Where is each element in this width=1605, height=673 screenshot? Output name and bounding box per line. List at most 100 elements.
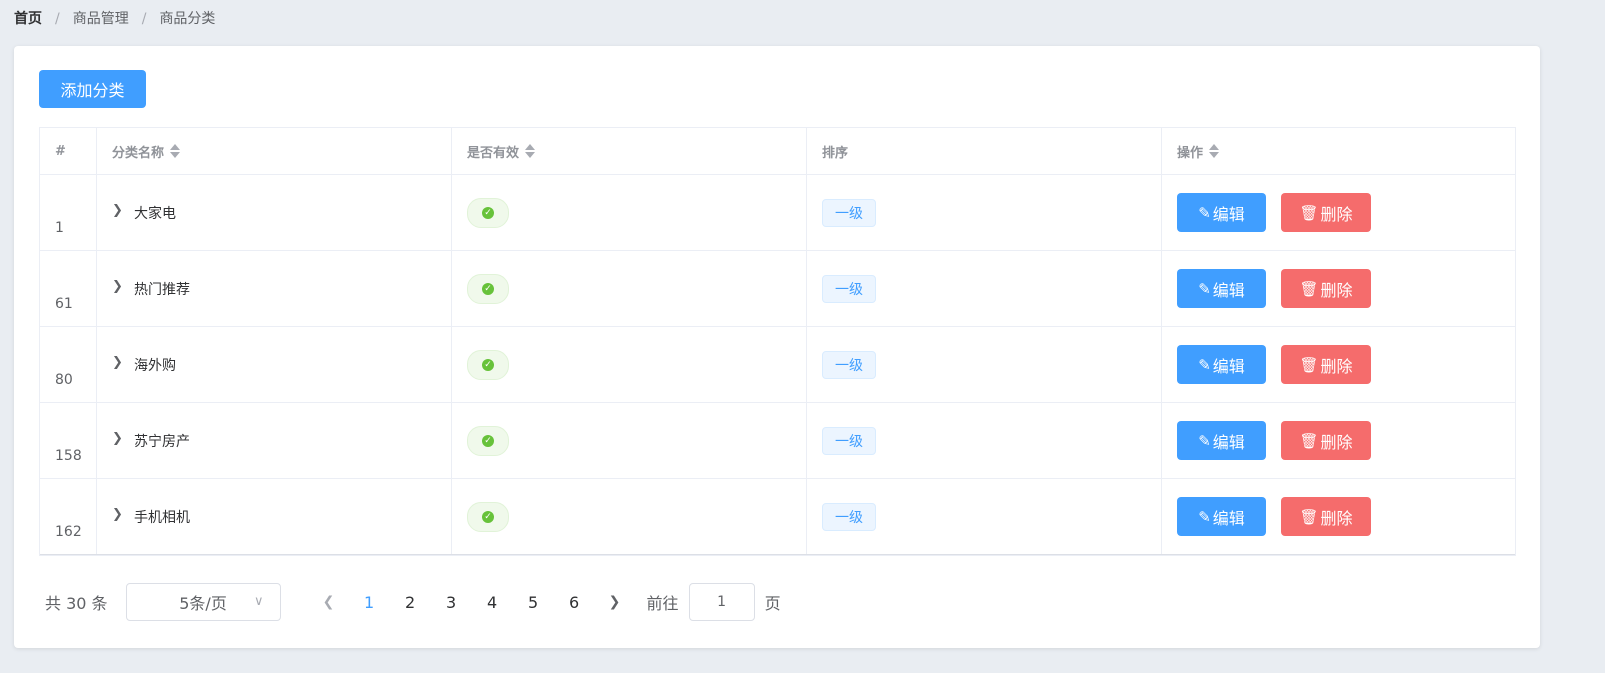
row-valid-cell: ✓ (452, 251, 807, 326)
row-index: 162 (40, 479, 97, 554)
valid-badge: ✓ (467, 349, 509, 380)
add-category-button[interactable]: 添加分类 (39, 70, 146, 108)
check-circle-icon: ✓ (482, 206, 494, 219)
level-tag: 一级 (822, 502, 876, 531)
edit-icon: ✎ (1198, 279, 1211, 298)
chevron-right-icon[interactable]: ❯ (112, 355, 124, 370)
header-index: # (40, 128, 97, 174)
edit-label: 编辑 (1212, 432, 1245, 452)
table-row: 158 ❯ 苏宁房产 ✓ 一级 ✎ 编辑 🗑 删除 (40, 403, 1515, 479)
pagination: 共 30 条 5条/页 ∨ ❮ 1 2 3 4 5 6 ❯ 前往 页 (45, 583, 781, 621)
header-valid-label: 是否有效 (467, 145, 520, 161)
table-row: 1 ❯ 大家电 ✓ 一级 ✎ 编辑 🗑 删除 (40, 175, 1515, 251)
delete-label: 删除 (1320, 356, 1353, 376)
delete-label: 删除 (1320, 432, 1353, 452)
row-valid-cell: ✓ (452, 327, 807, 402)
row-level-cell: 一级 (807, 479, 1162, 554)
page-number[interactable]: 2 (390, 593, 431, 612)
row-valid-cell: ✓ (452, 479, 807, 554)
edit-label: 编辑 (1212, 204, 1245, 224)
delete-button[interactable]: 🗑 删除 (1281, 269, 1371, 308)
valid-badge: ✓ (467, 273, 509, 304)
page-number[interactable]: 3 (431, 593, 472, 612)
delete-button[interactable]: 🗑 删除 (1281, 345, 1371, 384)
row-level-cell: 一级 (807, 403, 1162, 478)
valid-badge: ✓ (467, 501, 509, 532)
valid-badge: ✓ (467, 197, 509, 228)
category-name: 大家电 (134, 205, 176, 222)
delete-button[interactable]: 🗑 删除 (1281, 497, 1371, 536)
page-size-value: 5条/页 (179, 594, 227, 613)
delete-label: 删除 (1320, 280, 1353, 300)
row-level-cell: 一级 (807, 251, 1162, 326)
breadcrumb-separator: / (141, 11, 147, 27)
header-name[interactable]: 分类名称 (97, 128, 452, 174)
header-name-label: 分类名称 (112, 145, 165, 161)
page-size-select[interactable]: 5条/页 ∨ (125, 583, 281, 621)
trash-icon: 🗑 (1299, 355, 1319, 374)
row-index: 158 (40, 403, 97, 478)
category-name: 苏宁房产 (134, 433, 190, 450)
chevron-right-icon[interactable]: ❯ (601, 594, 629, 610)
check-circle-icon: ✓ (482, 358, 494, 371)
goto-page-input[interactable] (688, 583, 755, 621)
row-ops-cell: ✎ 编辑 🗑 删除 (1162, 175, 1515, 250)
edit-button[interactable]: ✎ 编辑 (1177, 193, 1266, 232)
table-row: 61 ❯ 热门推荐 ✓ 一级 ✎ 编辑 🗑 删除 (40, 251, 1515, 327)
page-number[interactable]: 1 (349, 593, 390, 612)
page-number[interactable]: 4 (472, 593, 513, 612)
header-sort: 排序 (807, 128, 1162, 174)
row-valid-cell: ✓ (452, 175, 807, 250)
row-index: 80 (40, 327, 97, 402)
page-number[interactable]: 5 (513, 593, 554, 612)
delete-label: 删除 (1320, 508, 1353, 528)
row-name-cell: ❯ 海外购 (97, 327, 452, 402)
trash-icon: 🗑 (1299, 431, 1319, 450)
header-ops[interactable]: 操作 (1162, 128, 1515, 174)
edit-button[interactable]: ✎ 编辑 (1177, 345, 1266, 384)
sort-caret-icon[interactable] (525, 144, 536, 158)
breadcrumb-home[interactable]: 首页 (14, 10, 42, 28)
edit-button[interactable]: ✎ 编辑 (1177, 269, 1266, 308)
row-valid-cell: ✓ (452, 403, 807, 478)
check-circle-icon: ✓ (482, 510, 494, 523)
breadcrumb-separator: / (55, 11, 60, 27)
row-ops-cell: ✎ 编辑 🗑 删除 (1162, 403, 1515, 478)
header-valid[interactable]: 是否有效 (452, 128, 807, 174)
chevron-right-icon[interactable]: ❯ (112, 507, 124, 522)
row-ops-cell: ✎ 编辑 🗑 删除 (1162, 251, 1515, 326)
header-index-label: # (55, 143, 66, 159)
delete-button[interactable]: 🗑 删除 (1281, 193, 1371, 232)
sort-caret-icon[interactable] (1209, 144, 1220, 158)
chevron-left-icon[interactable]: ❮ (315, 594, 343, 610)
page-scroll-gutter (1567, 0, 1605, 673)
level-tag: 一级 (822, 274, 876, 303)
level-tag: 一级 (822, 198, 876, 227)
row-name-cell: ❯ 热门推荐 (97, 251, 452, 326)
category-name: 手机相机 (134, 509, 190, 526)
delete-button[interactable]: 🗑 删除 (1281, 421, 1371, 460)
breadcrumb-goods-management: 商品管理 (72, 11, 129, 27)
category-table: # 分类名称 是否有效 排序 操作 1 ❯ 大家电 ✓ 一级 ✎ 编辑 🗑 删除… (39, 127, 1516, 556)
edit-icon: ✎ (1198, 507, 1211, 526)
trash-icon: 🗑 (1299, 279, 1319, 298)
row-index: 1 (40, 175, 97, 250)
page-number[interactable]: 6 (554, 593, 595, 612)
chevron-right-icon[interactable]: ❯ (112, 431, 124, 446)
edit-button[interactable]: ✎ 编辑 (1177, 421, 1266, 460)
content-card: 添加分类 # 分类名称 是否有效 排序 操作 1 ❯ 大家电 ✓ 一级 ✎ 编辑… (14, 46, 1540, 648)
table-header-row: # 分类名称 是否有效 排序 操作 (40, 128, 1515, 175)
sort-caret-icon[interactable] (170, 144, 181, 158)
check-circle-icon: ✓ (482, 434, 494, 447)
breadcrumb-goods-category: 商品分类 (159, 11, 216, 27)
row-ops-cell: ✎ 编辑 🗑 删除 (1162, 479, 1515, 554)
edit-icon: ✎ (1198, 203, 1211, 222)
chevron-right-icon[interactable]: ❯ (112, 203, 124, 218)
row-name-cell: ❯ 手机相机 (97, 479, 452, 554)
row-ops-cell: ✎ 编辑 🗑 删除 (1162, 327, 1515, 402)
goto-suffix: 页 (764, 594, 781, 613)
category-name: 热门推荐 (134, 281, 190, 298)
chevron-right-icon[interactable]: ❯ (112, 279, 124, 294)
edit-label: 编辑 (1212, 356, 1245, 376)
edit-button[interactable]: ✎ 编辑 (1177, 497, 1266, 536)
